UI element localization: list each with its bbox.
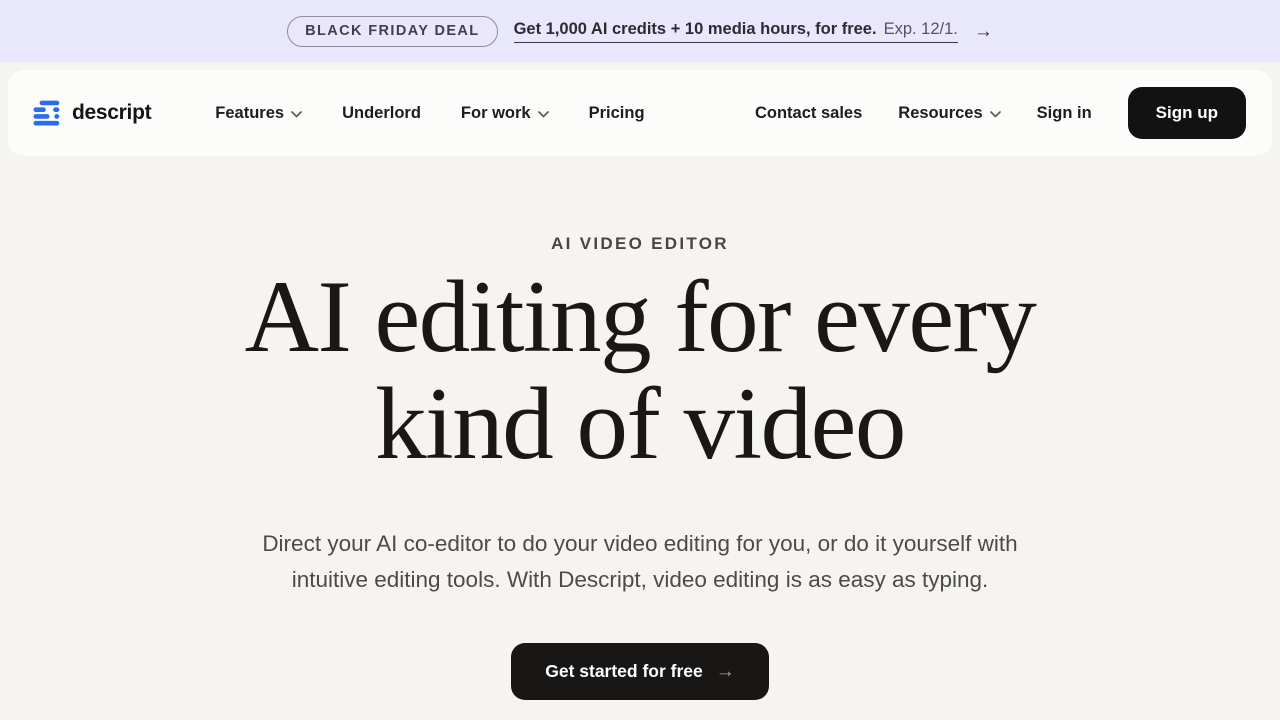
nav-item-for-work[interactable]: For work	[461, 104, 549, 123]
hero-headline: AI editing for every kind of video	[0, 264, 1280, 478]
promo-offer-link[interactable]: Get 1,000 AI credits + 10 media hours, f…	[514, 20, 958, 43]
arrow-right-icon: →	[716, 662, 735, 681]
promo-banner: BLACK FRIDAY DEAL Get 1,000 AI credits +…	[0, 0, 1280, 62]
descript-logo-home-link[interactable]: descript	[32, 100, 151, 127]
hero-description-line1: Direct your AI co-editor to do your vide…	[180, 526, 1100, 562]
main-navigation: descript Features Underlord For work Pri…	[8, 70, 1272, 156]
nav-item-resources[interactable]: Resources	[898, 104, 1000, 123]
nav-item-sign-in[interactable]: Sign in	[1037, 104, 1092, 123]
descript-logo-icon	[32, 100, 62, 127]
sign-up-button[interactable]: Sign up	[1128, 87, 1246, 139]
promo-offer-text: Get 1,000 AI credits + 10 media hours, f…	[514, 20, 877, 39]
nav-right-group: Contact sales Resources Sign in Sign up	[755, 87, 1246, 139]
hero-description-line2: intuitive editing tools. With Descript, …	[180, 562, 1100, 598]
hero-eyebrow: AI VIDEO EDITOR	[0, 156, 1280, 254]
nav-item-underlord[interactable]: Underlord	[342, 104, 421, 123]
nav-item-features[interactable]: Features	[215, 104, 302, 123]
arrow-right-icon[interactable]: →	[974, 22, 993, 41]
nav-item-contact-sales-label: Contact sales	[755, 104, 862, 123]
hero-section: AI VIDEO EDITOR AI editing for every kin…	[0, 156, 1280, 700]
chevron-down-icon	[990, 111, 1001, 118]
chevron-down-icon	[538, 111, 549, 118]
black-friday-badge[interactable]: BLACK FRIDAY DEAL	[287, 16, 497, 47]
brand-wordmark: descript	[72, 101, 151, 125]
nav-item-resources-label: Resources	[898, 104, 982, 123]
nav-item-sign-in-label: Sign in	[1037, 104, 1092, 123]
get-started-button[interactable]: Get started for free →	[511, 643, 769, 700]
chevron-down-icon	[291, 111, 302, 118]
nav-item-underlord-label: Underlord	[342, 104, 421, 123]
get-started-button-label: Get started for free	[545, 661, 703, 682]
nav-item-contact-sales[interactable]: Contact sales	[755, 104, 862, 123]
hero-headline-line2: kind of video	[0, 371, 1280, 478]
nav-item-pricing[interactable]: Pricing	[589, 104, 645, 123]
hero-description: Direct your AI co-editor to do your vide…	[180, 526, 1100, 598]
nav-item-pricing-label: Pricing	[589, 104, 645, 123]
nav-item-for-work-label: For work	[461, 104, 531, 123]
nav-left-group: Features Underlord For work Pricing	[215, 104, 644, 123]
hero-headline-line1: AI editing for every	[0, 264, 1280, 371]
nav-item-features-label: Features	[215, 104, 284, 123]
promo-expiry-text: Exp. 12/1.	[884, 20, 958, 39]
